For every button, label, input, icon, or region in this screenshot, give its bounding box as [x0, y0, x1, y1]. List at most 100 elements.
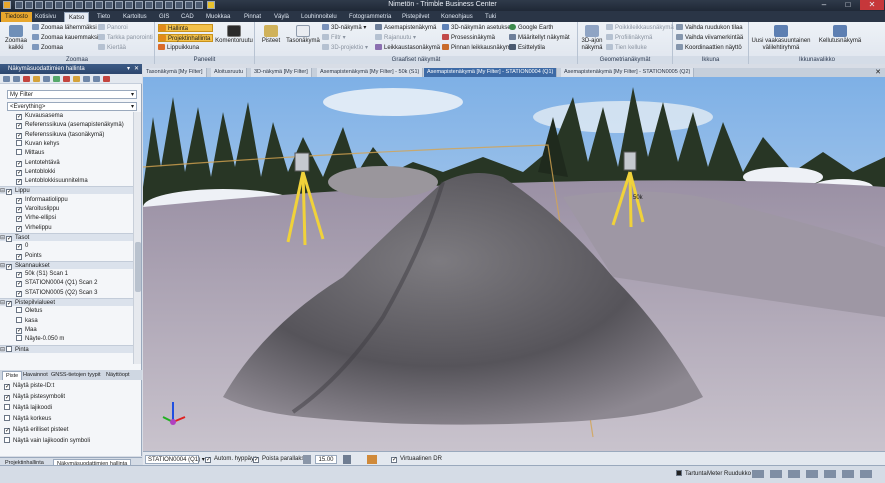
status-icon-4[interactable]: [806, 470, 818, 478]
maximize-button[interactable]: □: [836, 0, 860, 10]
tree-item[interactable]: ✓ Maa: [0, 326, 37, 334]
doc-tab-station-50k[interactable]: Asemapistenäkymä [My Filter] - 50k (S1): [317, 68, 424, 77]
precise-pan-button[interactable]: Tarkka panorointi: [98, 34, 153, 42]
new-filter-icon[interactable]: [3, 76, 10, 82]
tab-koneohjaus[interactable]: Koneohjaus: [437, 12, 477, 22]
everything-select[interactable]: <Everything>: [7, 102, 137, 111]
refresh-icon[interactable]: [93, 76, 100, 82]
tab-fotogrammetria[interactable]: Fotogrammetria: [345, 12, 395, 22]
option-checkbox[interactable]: ✓: [4, 395, 10, 401]
project-manager-button[interactable]: Projektinhallinta: [158, 34, 213, 42]
option-checkbox[interactable]: [4, 437, 10, 443]
tab-louhinnoitelu[interactable]: Louhinnoitelu: [297, 12, 341, 22]
status-icon-3[interactable]: [788, 470, 800, 478]
road-float-button[interactable]: Tien kelluke: [606, 44, 647, 52]
new-horizontal-tab-group-button[interactable]: Uusi vaakasuuntainen välilehtiryhmä: [751, 25, 811, 52]
toggle-grid-button[interactable]: Vaihda ruudukon tilaa: [676, 24, 743, 32]
tab-tiedosto[interactable]: Tiedosto: [1, 12, 32, 22]
tree-checkbox[interactable]: ✓: [16, 225, 22, 232]
tab-tuki[interactable]: Tuki: [481, 12, 500, 22]
tree-checkbox[interactable]: ✓: [16, 216, 22, 223]
3d-projection-button[interactable]: 3D-projektio ▾: [322, 44, 368, 52]
tree-checkbox[interactable]: ✓: [16, 197, 22, 204]
tab-kotisivu[interactable]: Kotisivu: [31, 12, 60, 22]
3d-view-button[interactable]: 3D-näkymä ▾: [322, 24, 366, 32]
points-button[interactable]: Pisteet: [257, 25, 285, 45]
tree-checkbox[interactable]: [16, 335, 22, 342]
zoom-in-button[interactable]: Zoomaa lähemmäksi: [32, 24, 97, 32]
tree-checkbox[interactable]: ✓: [16, 132, 22, 139]
tree-checkbox[interactable]: ✓: [16, 169, 22, 176]
zoom-out-button[interactable]: Zoomaa kauemmaksi: [32, 34, 98, 42]
tab-vayla[interactable]: Väylä: [270, 12, 293, 22]
surface-section-view-button[interactable]: Pinnan leikkausnäkymä: [442, 44, 514, 52]
option-checkbox[interactable]: [4, 404, 10, 410]
presentation-mode-button[interactable]: Esittelytila: [509, 44, 545, 52]
tree-checkbox[interactable]: ✓: [16, 290, 22, 297]
tree-item[interactable]: ✓ STATION0004 (Q1) Scan 2: [0, 279, 97, 288]
color-mode-icon[interactable]: [367, 455, 377, 464]
tree-checkbox[interactable]: ✓: [16, 179, 22, 186]
tree-checkbox[interactable]: ✓: [16, 253, 22, 260]
tree-checkbox[interactable]: ✓: [16, 327, 22, 334]
scrollbar-thumb[interactable]: [135, 242, 141, 292]
close-doc-tab-icon[interactable]: ✕: [875, 68, 881, 77]
tab-display-options[interactable]: Näyttöopt: [103, 371, 133, 380]
apply-icon[interactable]: [83, 76, 90, 82]
status-icon-5[interactable]: [824, 470, 836, 478]
highlight-icon[interactable]: [73, 76, 80, 82]
point-option[interactable]: ✓ Näytä piste-ID:t: [4, 382, 54, 391]
units-indicator[interactable]: Meter: [707, 470, 722, 479]
tree-checkbox[interactable]: ✓: [16, 123, 22, 130]
tree-checkbox[interactable]: ✓: [6, 301, 12, 307]
process-view-button[interactable]: Prosessinäkymä: [442, 34, 495, 42]
tab-cad[interactable]: CAD: [177, 12, 198, 22]
floating-view-button[interactable]: Kellutusnäkymä: [815, 25, 865, 45]
point-option[interactable]: Näytä lajikoodi: [4, 404, 52, 413]
tree-checkbox[interactable]: [16, 149, 22, 156]
tree-checkbox[interactable]: ✓: [16, 281, 22, 288]
tab-tieto[interactable]: Tieto: [93, 12, 114, 22]
defined-views-button[interactable]: Määritellyt näkymät: [509, 34, 570, 42]
status-icon-7[interactable]: [860, 470, 872, 478]
zoom-button[interactable]: Zoomaa: [32, 44, 63, 52]
tree-checkbox[interactable]: [16, 139, 22, 146]
tree-checkbox[interactable]: ✓: [6, 263, 12, 270]
doc-tab-3d-view[interactable]: 3D-näkymä [My Filter]: [251, 68, 312, 77]
option-checkbox[interactable]: [4, 415, 10, 421]
tab-katso[interactable]: Katso: [64, 12, 90, 22]
tree-checkbox[interactable]: ✓: [16, 160, 22, 167]
tab-gis[interactable]: GIS: [155, 12, 173, 22]
remove-parallax-checkbox[interactable]: ✓ Poista parallaksi: [253, 455, 306, 464]
copy-filter-icon[interactable]: [13, 76, 20, 82]
doc-tab-plan-view[interactable]: Tasonäkymä [My Filter]: [143, 68, 207, 77]
tree-item[interactable]: ✓ Kuvausasema: [0, 112, 63, 120]
doc-tab-station-0004[interactable]: Asemapistenäkymä [My Filter] - STATION00…: [424, 68, 558, 77]
tree-checkbox[interactable]: [16, 307, 22, 314]
option-checkbox[interactable]: ✓: [4, 384, 10, 390]
doc-tab-station-0005[interactable]: Asemapistenäkymä [My Filter] - STATION00…: [561, 68, 695, 77]
uncheck-all-icon[interactable]: [63, 76, 70, 82]
tree-checkbox[interactable]: ✓: [16, 272, 22, 279]
zoom-all-button[interactable]: Zoomaa kaikki: [2, 25, 30, 52]
status-icon-2[interactable]: [770, 470, 782, 478]
flag-window-button[interactable]: Lippuikkuna: [158, 44, 199, 52]
tree-category[interactable]: ⊟ ✓ Lippu: [0, 186, 133, 196]
filter-select[interactable]: My Filter: [7, 90, 137, 99]
tree-item[interactable]: ✓ STATION0005 (Q2) Scan 3: [0, 289, 97, 297]
tree-item[interactable]: Mittaus: [0, 149, 44, 157]
tree-item[interactable]: ✓ Referenssikuva (tasonäkymä): [0, 131, 104, 139]
point-option[interactable]: Näytä vain lajikoodin symboli: [4, 437, 90, 446]
boundary-button[interactable]: Rajanuutu ▾: [375, 34, 416, 42]
tree-category[interactable]: ⊟ ✓ Pistepilvialueet: [0, 298, 133, 307]
tree-item[interactable]: ✓ 50k (S1) Scan 1: [0, 270, 68, 279]
tree-checkbox[interactable]: [6, 345, 12, 352]
cross-section-view-button[interactable]: Poikkileikkausnäkymä: [606, 24, 674, 32]
tree-category[interactable]: ⊟ Pinta: [0, 344, 133, 353]
profile-view-button[interactable]: Profiilinäkymä: [606, 34, 652, 42]
3d-view-settings-button[interactable]: 3D-näkymän asetukset: [442, 24, 512, 32]
check-all-icon[interactable]: [53, 76, 60, 82]
tree-item[interactable]: ✓ Informaatiolippu: [0, 196, 68, 204]
tree-item[interactable]: ✓ Virhelippu: [0, 224, 52, 232]
rename-filter-icon[interactable]: [33, 76, 40, 82]
